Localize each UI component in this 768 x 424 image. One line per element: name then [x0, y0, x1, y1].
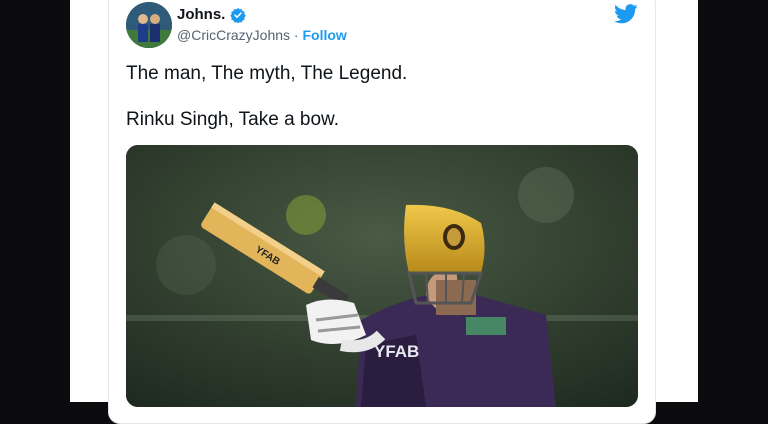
left-dark-margin	[0, 0, 70, 402]
verified-badge-icon	[230, 7, 247, 23]
follow-button[interactable]: Follow	[302, 27, 346, 43]
cricket-photo-illustration: YFAB YFAB	[126, 145, 638, 407]
tweet-text-line-2: Rinku Singh, Take a bow.	[126, 109, 340, 130]
page: Johns. @CricCrazyJohns · Follow The man,…	[70, 0, 698, 424]
separator: ·	[293, 27, 299, 43]
tweet-text-line-1: The man, The myth, The Legend.	[126, 63, 408, 84]
handle-row: @CricCrazyJohns · Follow	[177, 27, 347, 43]
twitter-bird-icon[interactable]	[614, 4, 638, 24]
svg-text:YFAB: YFAB	[374, 342, 419, 361]
author-handle[interactable]: @CricCrazyJohns	[177, 27, 290, 43]
right-dark-margin	[698, 0, 768, 402]
tweet-photo[interactable]: YFAB YFAB	[126, 145, 638, 407]
author-row: Johns.	[177, 6, 247, 23]
author-name[interactable]: Johns.	[177, 6, 225, 23]
avatar[interactable]	[126, 2, 172, 48]
